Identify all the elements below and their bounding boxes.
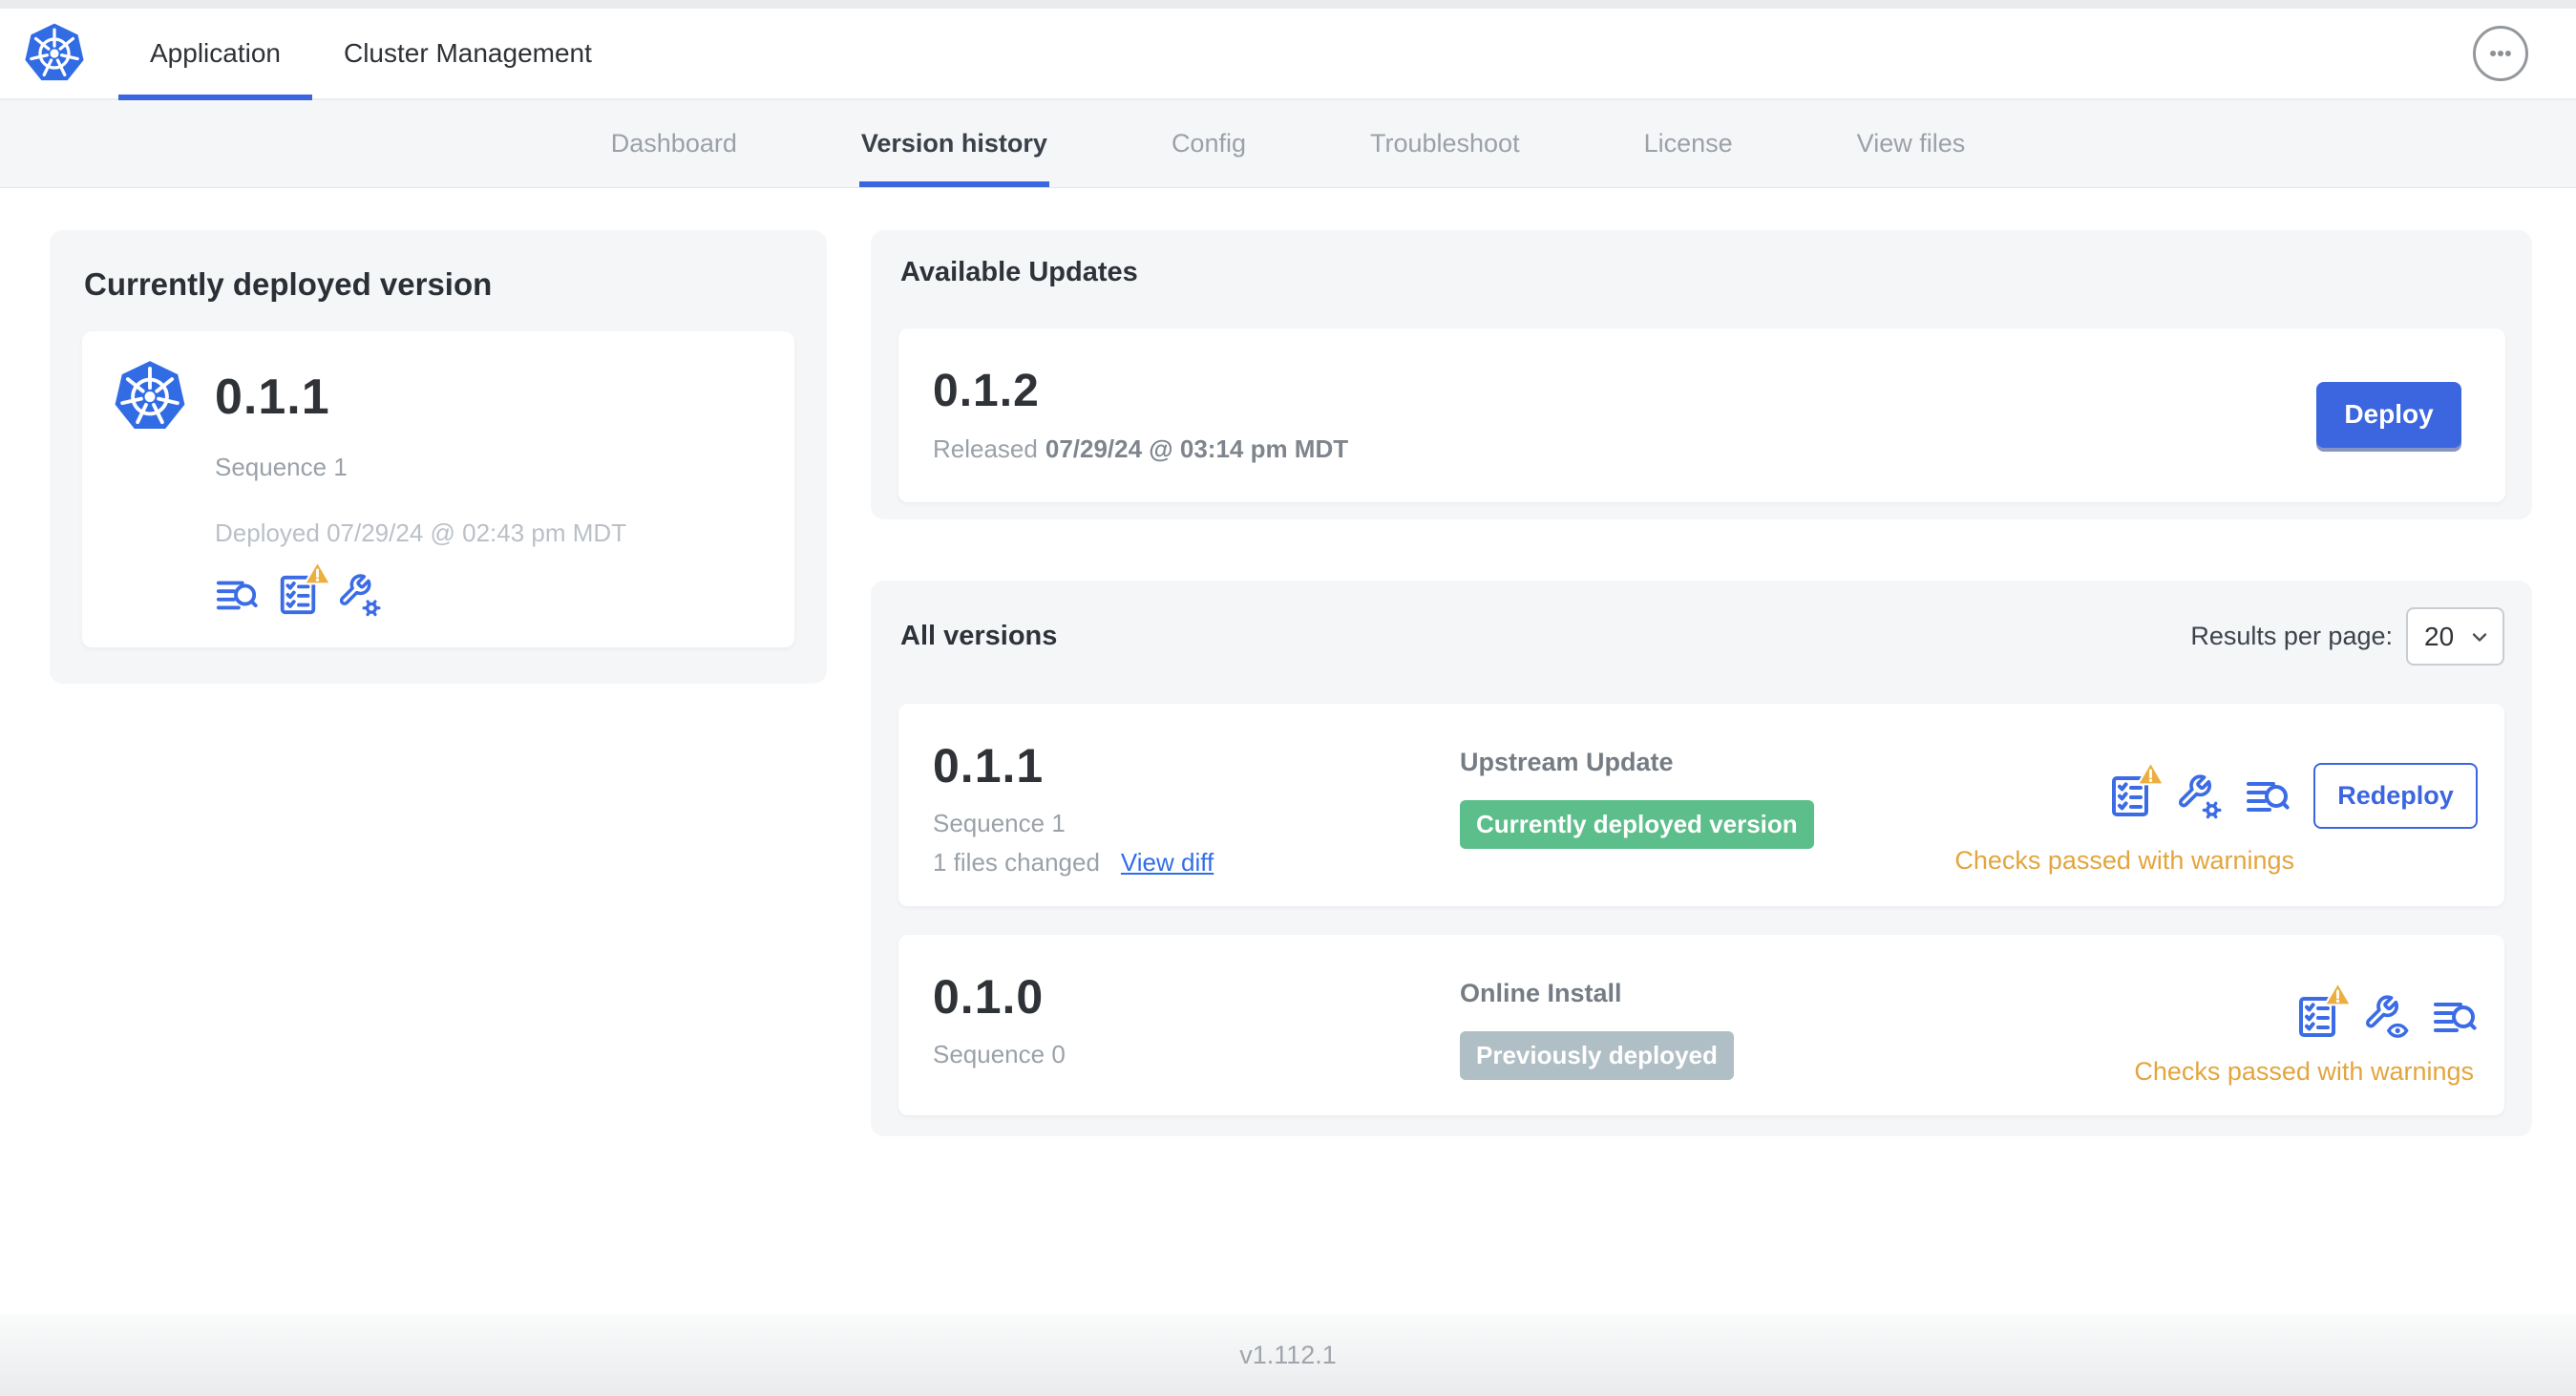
version-rows: 0.1.1 Sequence 1 1 files changed View di… xyxy=(898,704,2504,1115)
available-update-info: 0.1.2 Released 07/29/24 @ 03:14 pm MDT xyxy=(933,365,1348,464)
file-diff-icon[interactable] xyxy=(215,573,259,617)
update-version-number: 0.1.2 xyxy=(933,366,1040,416)
subnav-license-label: License xyxy=(1643,129,1733,158)
tab-application-label: Application xyxy=(150,38,281,68)
current-version-actions xyxy=(215,573,764,617)
available-updates-panel: Available Updates 0.1.2 Released 07/29/24… xyxy=(871,230,2532,519)
view-config-icon[interactable] xyxy=(2363,994,2409,1040)
update-released-line: Released 07/29/24 @ 03:14 pm MDT xyxy=(933,434,1348,464)
version-row-0-1-0: 0.1.0 Sequence 0 Online Install Previous… xyxy=(898,935,2504,1115)
edit-config-icon[interactable] xyxy=(337,573,381,617)
row-files-changed-line: 1 files changed View diff xyxy=(933,848,1460,878)
kubernetes-logo-icon xyxy=(23,21,86,86)
window-top-edge xyxy=(0,0,2576,9)
version-row-0-1-1: 0.1.1 Sequence 1 1 files changed View di… xyxy=(898,704,2504,906)
file-diff-icon[interactable] xyxy=(2245,773,2291,819)
subnav-item-config[interactable]: Config xyxy=(1172,100,1246,187)
checks-status-text: Checks passed with warnings xyxy=(1954,846,2294,875)
redeploy-button[interactable]: Redeploy xyxy=(2313,763,2478,829)
currently-deployed-head: 0.1.1 xyxy=(113,358,764,435)
edit-config-icon[interactable] xyxy=(2176,773,2222,819)
version-row-middle: Upstream Update Currently deployed versi… xyxy=(1460,738,1954,849)
version-row-right: Redeploy Checks passed with warnings xyxy=(1954,738,2478,876)
currently-deployed-card: 0.1.1 Sequence 1 Deployed 07/29/24 @ 02:… xyxy=(82,331,794,647)
main-content: Currently deployed version 0.1.1 Sequenc… xyxy=(0,188,2576,1136)
available-updates-title: Available Updates xyxy=(900,257,1138,287)
subnav-item-troubleshoot[interactable]: Troubleshoot xyxy=(1370,100,1520,187)
top-navbar: Application Cluster Management xyxy=(0,9,2576,100)
status-badge: Currently deployed version xyxy=(1460,800,1814,849)
results-per-page-label: Results per page: xyxy=(2190,622,2393,650)
chevron-down-icon xyxy=(2468,625,2491,648)
deploy-button[interactable]: Deploy xyxy=(2316,381,2461,448)
released-label: Released xyxy=(933,434,1038,463)
subnav-troubleshoot-label: Troubleshoot xyxy=(1369,129,1520,158)
file-diff-icon[interactable] xyxy=(2432,994,2478,1040)
current-version-sequence: Sequence 1 xyxy=(215,453,348,481)
tab-application[interactable]: Application xyxy=(118,9,312,100)
results-per-page: Results per page: 20 xyxy=(2190,607,2504,666)
row-sequence: Sequence 0 xyxy=(933,1040,1066,1068)
app-subnav: Dashboard Version history Config Trouble… xyxy=(0,100,2576,188)
kubernetes-app-icon xyxy=(113,358,187,435)
right-column: Available Updates 0.1.2 Released 07/29/24… xyxy=(871,230,2532,1136)
all-versions-title: All versions xyxy=(900,621,1058,651)
row-source-label: Online Install xyxy=(1460,979,1622,1007)
top-nav-tabs: Application Cluster Management xyxy=(118,9,623,100)
row-actions xyxy=(2294,994,2478,1040)
navbar-spacer xyxy=(623,9,2473,98)
more-menu-button[interactable] xyxy=(2473,26,2528,81)
version-row-left: 0.1.0 Sequence 0 xyxy=(933,969,1460,1069)
preflight-checks-warning-icon[interactable] xyxy=(276,573,320,617)
row-sequence: Sequence 1 xyxy=(933,809,1066,837)
subnav-view-files-label: View files xyxy=(1856,129,1966,158)
version-row-left: 0.1.1 Sequence 1 1 files changed View di… xyxy=(933,738,1460,878)
preflight-checks-warning-icon[interactable] xyxy=(2107,773,2153,819)
results-per-page-select[interactable]: 20 xyxy=(2406,607,2504,666)
subnav-item-version-history[interactable]: Version history xyxy=(858,100,1050,187)
app-footer: v1.112.1 xyxy=(0,1314,2576,1396)
tab-cluster-management[interactable]: Cluster Management xyxy=(312,9,623,98)
currently-deployed-details: Sequence 1 Deployed 07/29/24 @ 02:43 pm … xyxy=(215,453,764,617)
files-changed-label: 1 files changed xyxy=(933,848,1100,877)
checks-status-text: Checks passed with warnings xyxy=(2134,1057,2474,1086)
all-versions-header: All versions Results per page: 20 xyxy=(898,607,2504,666)
subnav-item-license[interactable]: License xyxy=(1644,100,1733,187)
row-source-label: Upstream Update xyxy=(1460,748,1674,776)
preflight-checks-warning-icon[interactable] xyxy=(2294,994,2340,1040)
row-version-number: 0.1.0 xyxy=(933,970,1045,1024)
version-row-middle: Online Install Previously deployed xyxy=(1460,969,2134,1080)
row-version-number: 0.1.1 xyxy=(933,739,1045,793)
status-badge: Previously deployed xyxy=(1460,1031,1734,1080)
subnav-item-view-files[interactable]: View files xyxy=(1857,100,1966,187)
current-version-number: 0.1.1 xyxy=(215,369,330,425)
released-date: 07/29/24 @ 03:14 pm MDT xyxy=(1045,434,1349,463)
results-per-page-value: 20 xyxy=(2424,621,2455,651)
admin-console-version: v1.112.1 xyxy=(1239,1340,1337,1369)
all-versions-panel: All versions Results per page: 20 0.1.1 … xyxy=(871,581,2532,1136)
ellipsis-icon xyxy=(2482,35,2519,72)
currently-deployed-title: Currently deployed version xyxy=(84,266,493,302)
version-row-right: Checks passed with warnings xyxy=(2134,969,2478,1087)
subnav-config-label: Config xyxy=(1171,129,1246,158)
available-update-card: 0.1.2 Released 07/29/24 @ 03:14 pm MDT De… xyxy=(898,328,2505,502)
tab-cluster-management-label: Cluster Management xyxy=(343,38,592,68)
row-actions: Redeploy xyxy=(2107,763,2478,829)
view-diff-link[interactable]: View diff xyxy=(1121,848,1214,878)
subnav-dashboard-label: Dashboard xyxy=(610,129,737,158)
currently-deployed-panel: Currently deployed version 0.1.1 Sequenc… xyxy=(50,230,827,684)
subnav-version-history-label: Version history xyxy=(860,129,1047,158)
current-version-deployed-date: Deployed 07/29/24 @ 02:43 pm MDT xyxy=(215,518,627,547)
subnav-item-dashboard[interactable]: Dashboard xyxy=(611,100,737,187)
